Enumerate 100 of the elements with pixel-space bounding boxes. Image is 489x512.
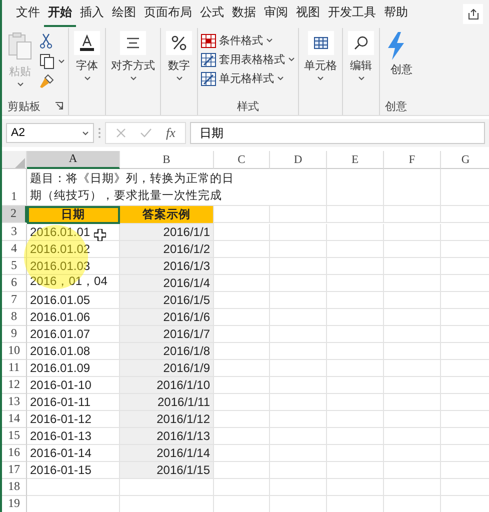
menu-tab[interactable]: 视图	[292, 1, 324, 27]
row-header[interactable]: 2	[2, 206, 27, 223]
empty-cell	[270, 309, 327, 326]
table-cell: 2016/1/8	[120, 343, 214, 360]
empty-cell	[327, 309, 384, 326]
styles-menu-button[interactable]: 单元格样式	[201, 71, 295, 86]
column-header[interactable]: E	[327, 151, 384, 169]
empty-cell	[384, 360, 441, 377]
empty-cell	[270, 445, 327, 462]
empty-cell	[384, 445, 441, 462]
empty-cell	[327, 343, 384, 360]
empty-cell	[384, 258, 441, 275]
row-header[interactable]: 13	[2, 394, 27, 411]
table-cell: 2016/1/7	[120, 326, 214, 343]
empty-cell	[384, 377, 441, 394]
header-cell: 日期	[27, 206, 120, 224]
cursor-icon	[94, 229, 106, 241]
empty-cell	[327, 258, 384, 275]
row-header[interactable]: 11	[2, 360, 27, 377]
column-header[interactable]: C	[214, 151, 270, 169]
empty-cell	[327, 326, 384, 343]
menu-tab[interactable]: 审阅	[260, 1, 292, 27]
table-cell: 2016/1/5	[120, 292, 214, 309]
empty-cell	[270, 258, 327, 275]
empty-cell	[270, 275, 327, 292]
name-box[interactable]: A2	[6, 123, 94, 143]
row-header[interactable]: 14	[2, 411, 27, 428]
row-header[interactable]: 9	[2, 326, 27, 343]
menu-tab[interactable]: 文件	[12, 1, 44, 27]
table-cell: 2016/1/15	[120, 462, 214, 479]
column-header[interactable]: A	[27, 151, 120, 169]
caret-icon	[82, 130, 89, 136]
row-header[interactable]: 3	[2, 224, 27, 241]
caret-icon	[288, 57, 295, 62]
row-header[interactable]: 1	[2, 169, 27, 206]
table-cell: 2016/1/10	[120, 377, 214, 394]
formula-field[interactable]: 日期	[190, 122, 485, 144]
empty-cell	[384, 394, 441, 411]
styles-menu-button[interactable]: 套用表格格式	[201, 52, 295, 67]
caret-icon	[58, 58, 65, 64]
table-cell: 2016/1/4	[120, 275, 214, 292]
row-header[interactable]: 17	[2, 462, 27, 479]
empty-cell	[327, 394, 384, 411]
check-icon[interactable]	[140, 128, 152, 138]
row-header[interactable]: 12	[2, 377, 27, 394]
row-header[interactable]: 4	[2, 241, 27, 258]
table-cell: 2016/1/2	[120, 241, 214, 258]
menu-tab[interactable]: 开发工具	[324, 1, 380, 27]
empty-cell	[384, 292, 441, 309]
menu-tab[interactable]: 绘图	[108, 1, 140, 27]
row-header[interactable]: 15	[2, 428, 27, 445]
style-icon	[201, 34, 216, 48]
scissors-icon[interactable]	[39, 33, 53, 49]
ribbon-button[interactable]: 数字	[164, 31, 194, 81]
empty-cell	[270, 377, 327, 394]
column-header[interactable]: B	[120, 151, 214, 169]
share-button[interactable]	[463, 4, 483, 24]
font-color-icon	[79, 34, 95, 52]
empty-cell	[384, 169, 441, 206]
table-cell: 2016/1/11	[120, 394, 214, 411]
group-label: 创意	[385, 100, 407, 114]
row-header[interactable]: 7	[2, 292, 27, 309]
column-header[interactable]: F	[384, 151, 441, 169]
ribbon-button[interactable]: 字体	[72, 31, 102, 81]
row-header[interactable]: 8	[2, 309, 27, 326]
ribbon-button[interactable]: 对齐方式	[109, 31, 157, 81]
row-header[interactable]: 10	[2, 343, 27, 360]
caret-icon	[84, 76, 90, 81]
brush-icon[interactable]	[39, 73, 55, 89]
lightning-icon	[385, 31, 407, 61]
empty-cell	[270, 411, 327, 428]
menu-tab[interactable]: 插入	[76, 1, 108, 27]
empty-cell	[327, 169, 384, 206]
style-icon	[201, 52, 216, 66]
align-icon	[126, 37, 140, 49]
empty-cell	[384, 411, 441, 428]
ribbon-button[interactable]: 编辑	[346, 31, 376, 81]
percent-icon	[170, 34, 188, 52]
clipboard-icon	[7, 31, 33, 61]
menu-tab[interactable]: 帮助	[380, 1, 412, 27]
row-header[interactable]: 5	[2, 258, 27, 275]
empty-cell	[384, 309, 441, 326]
menu-tab[interactable]: 页面布局	[140, 1, 196, 27]
row-header[interactable]: 6	[2, 275, 27, 292]
launcher-icon[interactable]	[54, 102, 62, 110]
styles-menu-button[interactable]: 条件格式	[201, 33, 295, 48]
empty-cell	[270, 206, 327, 223]
row-header[interactable]: 16	[2, 445, 27, 462]
empty-cell	[327, 360, 384, 377]
column-header[interactable]: D	[270, 151, 327, 169]
ribbon-button[interactable]: 单元格	[302, 31, 339, 81]
menu-tab[interactable]: 数据	[228, 1, 260, 27]
table-cell: 2016/1/9	[120, 360, 214, 377]
empty-cell	[270, 479, 327, 496]
empty-cell	[384, 462, 441, 479]
insert-function-button[interactable]: fx	[166, 125, 176, 141]
menu-tab[interactable]: 公式	[196, 1, 228, 27]
row-header[interactable]: 18	[2, 479, 27, 496]
table-icon	[312, 35, 328, 51]
copy-icon[interactable]	[39, 53, 55, 69]
